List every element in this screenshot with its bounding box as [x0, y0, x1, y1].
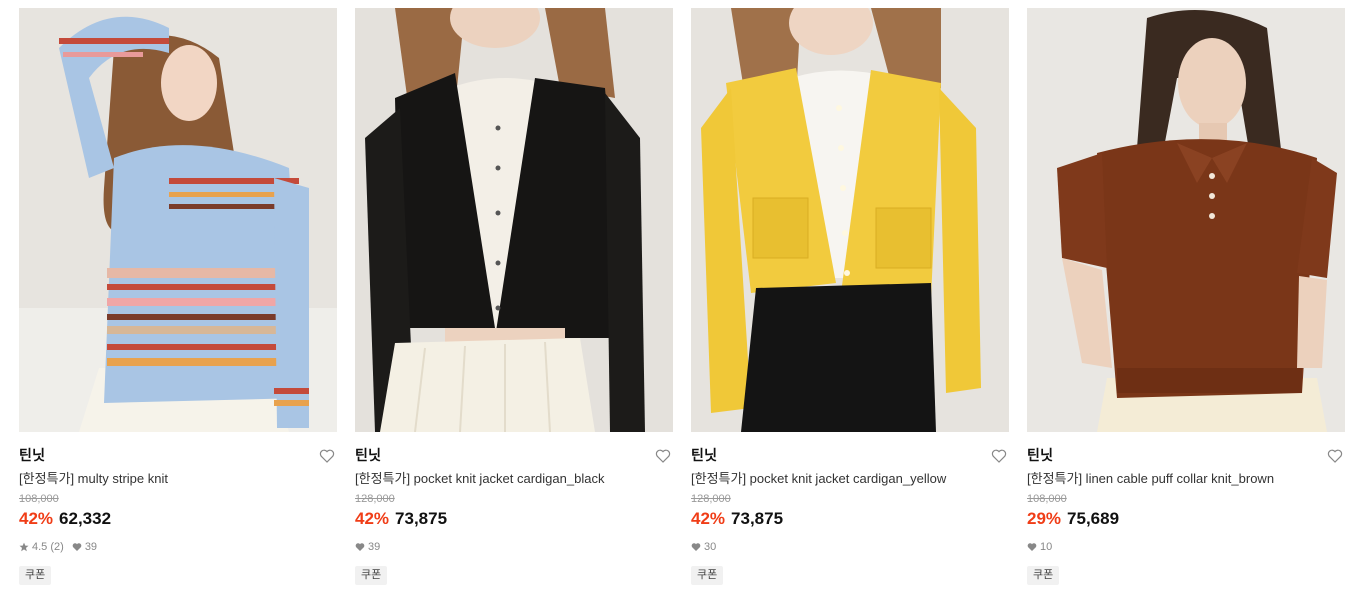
product-image[interactable]	[355, 8, 673, 432]
heart-filled-icon	[72, 542, 82, 552]
product-info: 틴닛 [한정특가] linen cable puff collar knit_b…	[1027, 432, 1345, 585]
sale-price: 73,875	[731, 509, 784, 528]
original-price: 128,000	[691, 493, 731, 505]
heart-filled-icon	[1027, 542, 1037, 552]
likes-group: 30	[691, 540, 716, 554]
price-row: 42% 73,875	[355, 508, 673, 530]
original-price: 128,000	[355, 493, 395, 505]
product-title[interactable]: [한정특가] multy stripe knit	[19, 470, 337, 488]
product-meta: 30	[691, 540, 1009, 554]
price-row: 42% 73,875	[691, 508, 1009, 530]
product-info: 틴닛 [한정특가] pocket knit jacket cardigan_ye…	[691, 432, 1009, 585]
discount-rate: 42%	[355, 509, 390, 528]
heart-filled-icon	[355, 542, 365, 552]
coupon-badge: 쿠폰	[19, 566, 52, 585]
like-count: 30	[704, 541, 717, 553]
product-card[interactable]: 틴닛 [한정특가] multy stripe knit 108,000 42% 6…	[19, 8, 337, 585]
brand-name[interactable]: 틴닛	[691, 446, 1009, 464]
product-image[interactable]	[691, 8, 1009, 432]
review-count: (2)	[50, 541, 64, 553]
likes-group: 39	[72, 540, 97, 554]
price-row: 42% 62,332	[19, 508, 337, 530]
brand-name[interactable]: 틴닛	[355, 446, 673, 464]
brand-name[interactable]: 틴닛	[19, 446, 337, 464]
product-meta: 39	[355, 540, 673, 554]
like-count: 39	[368, 541, 381, 553]
original-price: 108,000	[19, 493, 59, 505]
like-count: 10	[1040, 541, 1053, 553]
heart-filled-icon	[691, 542, 701, 552]
original-price: 108,000	[1027, 493, 1067, 505]
like-count: 39	[84, 541, 98, 553]
sale-price: 75,689	[1067, 509, 1120, 528]
product-meta: 10	[1027, 540, 1345, 554]
rating-group: 4.5 (2)	[19, 540, 64, 554]
likes-group: 10	[1027, 540, 1052, 554]
wishlist-heart-icon[interactable]	[319, 448, 335, 464]
coupon-badge: 쿠폰	[691, 566, 724, 585]
product-title[interactable]: [한정특가] pocket knit jacket cardigan_black	[355, 470, 673, 488]
product-meta: 4.5 (2) 39	[19, 540, 337, 554]
coupon-badge: 쿠폰	[355, 566, 388, 585]
coupon-badge: 쿠폰	[1027, 566, 1060, 585]
product-image[interactable]	[19, 8, 337, 432]
brand-name[interactable]: 틴닛	[1027, 446, 1345, 464]
discount-rate: 42%	[691, 509, 726, 528]
wishlist-heart-icon[interactable]	[655, 448, 671, 464]
product-card[interactable]: 틴닛 [한정특가] pocket knit jacket cardigan_ye…	[691, 8, 1009, 585]
wishlist-heart-icon[interactable]	[1327, 448, 1343, 464]
product-card[interactable]: 틴닛 [한정특가] linen cable puff collar knit_b…	[1027, 8, 1345, 585]
discount-rate: 29%	[1027, 509, 1062, 528]
product-title[interactable]: [한정특가] pocket knit jacket cardigan_yello…	[691, 470, 1009, 488]
likes-group: 39	[355, 540, 380, 554]
price-row: 29% 75,689	[1027, 508, 1345, 530]
product-info: 틴닛 [한정특가] multy stripe knit 108,000 42% 6…	[19, 432, 337, 585]
product-grid: 틴닛 [한정특가] multy stripe knit 108,000 42% 6…	[0, 0, 1354, 597]
rating-value: 4.5	[32, 541, 48, 553]
sale-price: 62,332	[59, 509, 112, 528]
discount-rate: 42%	[19, 509, 54, 528]
product-title[interactable]: [한정특가] linen cable puff collar knit_brow…	[1027, 470, 1345, 488]
sale-price: 73,875	[395, 509, 448, 528]
star-icon	[19, 542, 29, 552]
wishlist-heart-icon[interactable]	[991, 448, 1007, 464]
product-info: 틴닛 [한정특가] pocket knit jacket cardigan_bl…	[355, 432, 673, 585]
product-card[interactable]: 틴닛 [한정특가] pocket knit jacket cardigan_bl…	[355, 8, 673, 585]
product-image[interactable]	[1027, 8, 1345, 432]
